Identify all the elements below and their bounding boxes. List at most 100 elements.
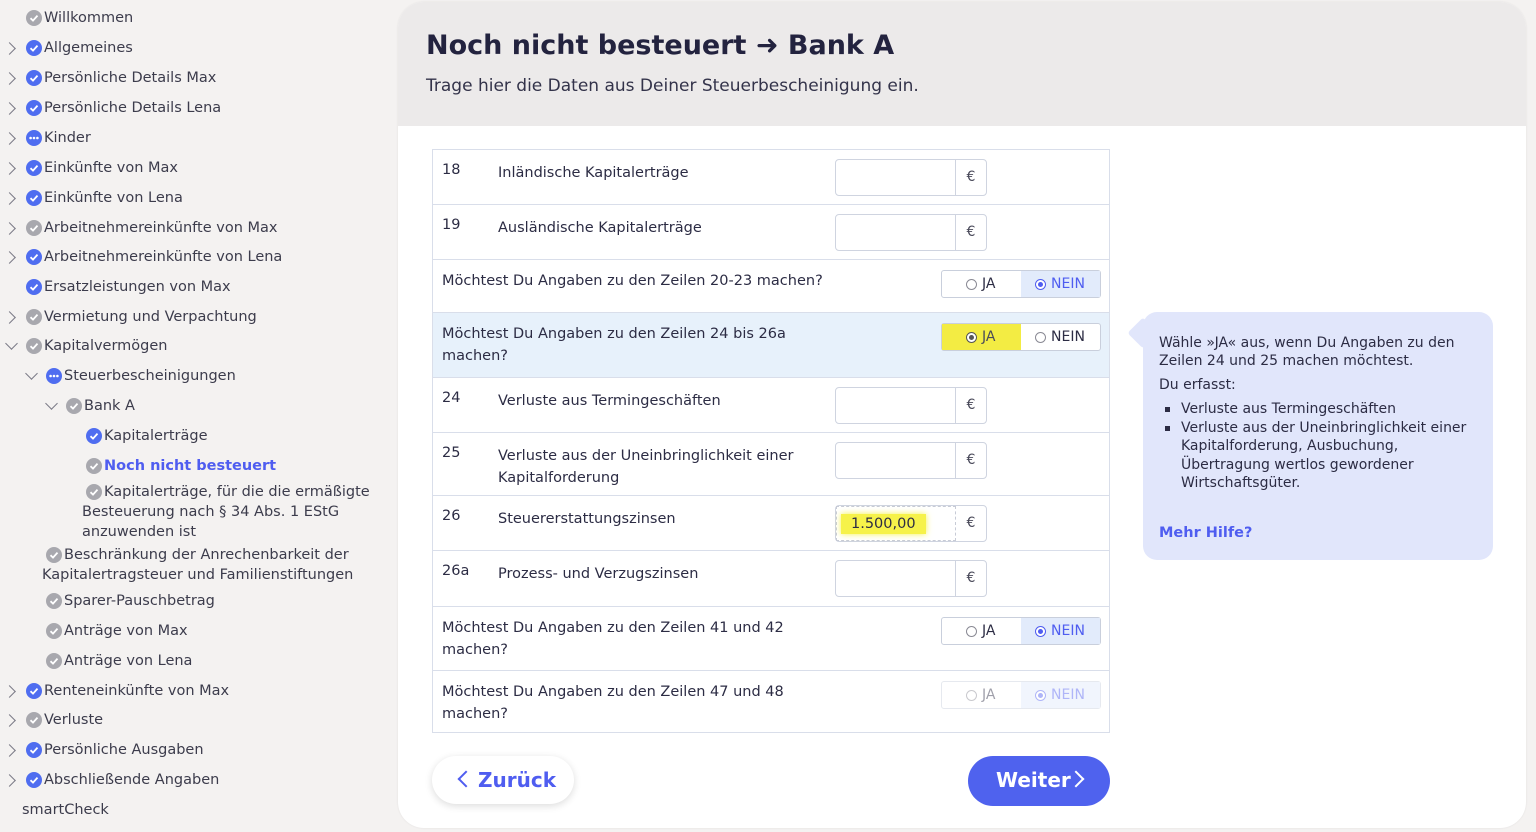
yes-no-toggle[interactable]: JA NEIN bbox=[941, 270, 1101, 298]
check-icon bbox=[26, 10, 42, 26]
amount-input-26[interactable]: 1.500,00 € bbox=[835, 505, 987, 542]
check-icon bbox=[26, 100, 42, 116]
radio-icon bbox=[966, 626, 977, 637]
chevron-right-icon[interactable] bbox=[3, 132, 16, 145]
page-subtitle: Trage hier die Daten aus Deiner Steuerbe… bbox=[426, 76, 919, 96]
help-list: Verluste aus Termingeschäften Verluste a… bbox=[1159, 400, 1479, 493]
chevron-down-icon[interactable] bbox=[25, 367, 38, 380]
highlighted-value: 1.500,00 bbox=[841, 514, 926, 534]
option-yes: JA bbox=[942, 682, 1021, 708]
chevron-right-icon[interactable] bbox=[3, 192, 16, 205]
chevron-right-icon[interactable] bbox=[3, 102, 16, 115]
chevron-right-icon[interactable] bbox=[3, 744, 16, 757]
form-row-26a: 26a Prozess- und Verzugszinsen € bbox=[433, 551, 1109, 607]
line-number: 24 bbox=[442, 390, 461, 406]
amount-field[interactable] bbox=[836, 215, 956, 250]
chevron-right-icon[interactable] bbox=[3, 162, 16, 175]
form-question-47-48: Möchtest Du Angaben zu den Zeilen 47 und… bbox=[433, 671, 1109, 733]
form-question-41-42: Möchtest Du Angaben zu den Zeilen 41 und… bbox=[433, 607, 1109, 671]
next-button[interactable]: Weiter bbox=[968, 756, 1110, 806]
chevron-right-icon[interactable] bbox=[3, 685, 16, 698]
currency-symbol: € bbox=[966, 515, 976, 531]
currency-symbol: € bbox=[966, 397, 976, 413]
amount-input-26a[interactable]: € bbox=[835, 560, 987, 597]
radio-selected-icon bbox=[966, 332, 977, 343]
help-intro: Wähle »JA« aus, wenn Du Angaben zu den Z… bbox=[1159, 335, 1455, 369]
chevron-right-icon[interactable] bbox=[3, 311, 16, 324]
amount-field[interactable] bbox=[836, 388, 956, 423]
form-row-26: 26 Steuererstattungszinsen 1.500,00 € bbox=[433, 496, 1109, 551]
nav-item-ermaessigte-besteuerung[interactable]: Kapitalerträge, für die die ermäßigte Be… bbox=[0, 482, 395, 544]
chevron-right-icon[interactable] bbox=[3, 72, 16, 85]
radio-icon bbox=[966, 690, 977, 701]
question-label: Möchtest Du Angaben zu den Zeilen 24 bis… bbox=[442, 326, 786, 364]
field-label: Steuererstattungszinsen bbox=[498, 511, 676, 527]
chevron-right-icon[interactable] bbox=[3, 222, 16, 235]
check-icon bbox=[26, 160, 42, 176]
option-no[interactable]: NEIN bbox=[1021, 324, 1100, 350]
help-lead: Du erfasst: bbox=[1159, 377, 1236, 393]
question-label: Möchtest Du Angaben zu den Zeilen 41 und… bbox=[442, 620, 784, 658]
radio-selected-icon bbox=[1035, 279, 1046, 290]
field-label: Ausländische Kapitalerträge bbox=[498, 220, 702, 236]
in-progress-icon bbox=[26, 130, 42, 146]
chevron-right-icon[interactable] bbox=[3, 42, 16, 55]
question-label: Möchtest Du Angaben zu den Zeilen 20-23 … bbox=[442, 273, 823, 289]
option-no[interactable]: NEIN bbox=[1021, 271, 1100, 297]
field-label: Verluste aus der Uneinbringlichkeit eine… bbox=[498, 448, 794, 486]
chevron-right-icon[interactable] bbox=[3, 251, 16, 264]
amount-field[interactable] bbox=[836, 443, 956, 478]
check-icon bbox=[46, 653, 62, 669]
amount-field[interactable] bbox=[836, 561, 956, 596]
chevron-down-icon[interactable] bbox=[5, 337, 18, 350]
option-no: NEIN bbox=[1021, 682, 1100, 708]
back-button[interactable]: Zurück bbox=[432, 756, 574, 804]
line-number: 26 bbox=[442, 508, 461, 524]
amount-input-25[interactable]: € bbox=[835, 442, 987, 479]
question-label: Möchtest Du Angaben zu den Zeilen 47 und… bbox=[442, 684, 784, 722]
chevron-down-icon[interactable] bbox=[45, 397, 58, 410]
form-row-18: 18 Inländische Kapitalerträge € bbox=[433, 150, 1109, 205]
yes-no-toggle[interactable]: JA NEIN bbox=[941, 323, 1101, 351]
page-title: Noch nicht besteuert ➜ Bank A bbox=[426, 30, 895, 61]
sidebar-nav: Willkommen Allgemeines Persönliche Detai… bbox=[0, 0, 395, 832]
option-yes[interactable]: JA bbox=[942, 271, 1021, 297]
chevron-right-icon[interactable] bbox=[3, 774, 16, 787]
amount-input-19[interactable]: € bbox=[835, 214, 987, 251]
more-help-link[interactable]: Mehr Hilfe? bbox=[1159, 525, 1252, 541]
currency-symbol: € bbox=[966, 224, 976, 240]
amount-field[interactable]: 1.500,00 bbox=[836, 506, 956, 541]
check-icon bbox=[26, 249, 42, 265]
radio-icon bbox=[966, 279, 977, 290]
main-panel: Noch nicht besteuert ➜ Bank A Trage hier… bbox=[398, 2, 1526, 828]
check-icon bbox=[26, 279, 42, 295]
amount-field[interactable] bbox=[836, 160, 956, 195]
form-row-25: 25 Verluste aus der Uneinbringlichkeit e… bbox=[433, 433, 1109, 496]
option-yes[interactable]: JA bbox=[942, 324, 1021, 350]
in-progress-icon bbox=[46, 368, 62, 384]
check-icon bbox=[86, 428, 102, 444]
form-question-20-23: Möchtest Du Angaben zu den Zeilen 20-23 … bbox=[433, 260, 1109, 313]
check-icon bbox=[26, 772, 42, 788]
form-row-19: 19 Ausländische Kapitalerträge € bbox=[433, 205, 1109, 260]
check-icon bbox=[26, 40, 42, 56]
field-label: Inländische Kapitalerträge bbox=[498, 165, 689, 181]
option-no[interactable]: NEIN bbox=[1021, 618, 1100, 644]
check-icon bbox=[46, 593, 62, 609]
nav-item-beschraenkung[interactable]: Beschränkung der Anrechenbarkeit der Kap… bbox=[0, 545, 395, 587]
amount-input-24[interactable]: € bbox=[835, 387, 987, 424]
currency-symbol: € bbox=[966, 570, 976, 586]
amount-input-18[interactable]: € bbox=[835, 159, 987, 196]
help-bubble: Wähle »JA« aus, wenn Du Angaben zu den Z… bbox=[1143, 312, 1493, 560]
check-icon bbox=[66, 398, 82, 414]
tax-form: 18 Inländische Kapitalerträge € 19 Auslä… bbox=[432, 149, 1110, 733]
radio-selected-icon bbox=[1035, 626, 1046, 637]
form-question-24-26a: Möchtest Du Angaben zu den Zeilen 24 bis… bbox=[433, 313, 1109, 378]
yes-no-toggle[interactable]: JA NEIN bbox=[941, 617, 1101, 645]
chevron-right-icon[interactable] bbox=[3, 714, 16, 727]
check-icon bbox=[26, 742, 42, 758]
page-header: Noch nicht besteuert ➜ Bank A Trage hier… bbox=[398, 2, 1526, 126]
check-icon bbox=[46, 623, 62, 639]
chevron-left-icon bbox=[457, 770, 475, 788]
option-yes[interactable]: JA bbox=[942, 618, 1021, 644]
